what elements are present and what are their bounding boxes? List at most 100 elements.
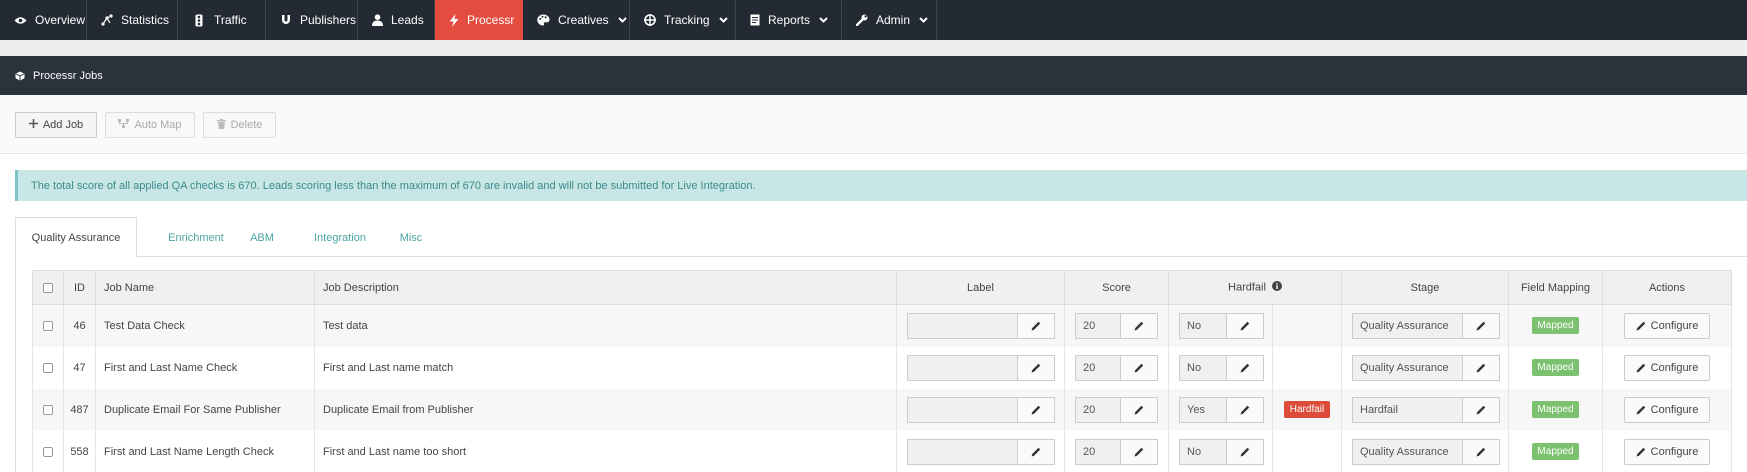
tab-quality-assurance[interactable]: Quality Assurance (15, 217, 137, 258)
header-id[interactable]: ID (63, 270, 96, 305)
nav-item-reports[interactable]: Reports (736, 0, 842, 40)
label-edit-button[interactable] (1017, 396, 1055, 423)
add-job-label: Add Job (42, 119, 84, 131)
row-checkbox[interactable] (43, 446, 53, 457)
score-edit-button[interactable] (1120, 396, 1158, 423)
hardfail-cell: No (1168, 304, 1273, 347)
label-field[interactable] (907, 396, 1017, 423)
field-mapping-cell: Mapped (1508, 388, 1603, 431)
nav-item-traffic[interactable]: Traffic (178, 0, 266, 40)
header-job-name[interactable]: Job Name (95, 270, 315, 305)
network-icon (101, 13, 113, 27)
header-score[interactable]: Score (1064, 270, 1169, 305)
row-checkbox[interactable] (43, 404, 53, 415)
jobs-table-container: ID Job Name Job Description Label Score … (15, 257, 1747, 472)
configure-button[interactable]: Configure (1624, 312, 1710, 339)
tab-enrichment[interactable]: Enrichment (153, 217, 239, 258)
hardfail-field[interactable]: No (1179, 438, 1226, 465)
hardfail-field[interactable]: No (1179, 312, 1226, 339)
configure-button[interactable]: Configure (1624, 354, 1710, 381)
nav-item-tracking[interactable]: Tracking (630, 0, 736, 40)
traffic-light-icon (192, 13, 206, 27)
hardfail-field[interactable]: Yes (1179, 396, 1226, 423)
stage-edit-button[interactable] (1462, 438, 1500, 465)
stage-edit-button[interactable] (1462, 354, 1500, 381)
score-field[interactable]: 20 (1075, 396, 1120, 423)
stage-field[interactable]: Quality Assurance (1352, 312, 1462, 339)
header-job-description[interactable]: Job Description (314, 270, 897, 305)
chevron-down-icon (919, 17, 928, 23)
label-field[interactable] (907, 354, 1017, 381)
label-field[interactable] (907, 312, 1017, 339)
nav-label: Admin (876, 13, 911, 27)
configure-button[interactable]: Configure (1624, 396, 1710, 423)
job-description: Duplicate Email from Publisher (314, 388, 897, 431)
stage-edit-button[interactable] (1462, 312, 1500, 339)
tab-misc[interactable]: Misc (386, 217, 436, 258)
job-name: First and Last Name Length Check (95, 430, 315, 472)
score-edit-button[interactable] (1120, 438, 1158, 465)
stage-field[interactable]: Quality Assurance (1352, 354, 1462, 381)
mapped-badge[interactable]: Mapped (1532, 359, 1579, 376)
header-label[interactable]: Label (896, 270, 1065, 305)
score-edit-button[interactable] (1120, 312, 1158, 339)
auto-map-button[interactable]: Auto Map (105, 112, 195, 138)
nav-label: Processr (467, 13, 515, 27)
label-field[interactable] (907, 438, 1017, 465)
chevron-down-icon (718, 17, 728, 23)
header-stage[interactable]: Stage (1341, 270, 1509, 305)
configure-button[interactable]: Configure (1624, 438, 1710, 465)
label-cell (896, 430, 1065, 472)
jobs-table: ID Job Name Job Description Label Score … (32, 270, 1732, 472)
score-edit-button[interactable] (1120, 354, 1158, 381)
nav-item-statistics[interactable]: Statistics (87, 0, 178, 40)
hardfail-badge-cell (1272, 430, 1342, 472)
label-edit-button[interactable] (1017, 312, 1055, 339)
row-checkbox[interactable] (43, 362, 53, 373)
nav-item-overview[interactable]: Overview (0, 0, 87, 40)
pencil-icon (1240, 363, 1250, 373)
nav-item-publishers[interactable]: Publishers (266, 0, 358, 40)
header-hardfail[interactable]: Hardfail (1168, 270, 1342, 305)
hardfail-edit-button[interactable] (1226, 354, 1264, 381)
hardfail-field[interactable]: No (1179, 354, 1226, 381)
bolt-icon (449, 13, 459, 27)
nav-item-processr[interactable]: Processr (435, 0, 523, 40)
mapped-badge[interactable]: Mapped (1532, 317, 1579, 335)
info-icon[interactable] (1271, 281, 1282, 294)
hardfail-edit-button[interactable] (1226, 396, 1264, 423)
select-all-checkbox[interactable] (43, 282, 53, 293)
mapped-badge[interactable]: Mapped (1532, 443, 1579, 460)
score-field[interactable]: 20 (1075, 438, 1120, 465)
eye-icon (14, 13, 27, 27)
tab-abm[interactable]: ABM (237, 217, 287, 258)
pencil-icon (1476, 363, 1486, 373)
pencil-icon (1240, 321, 1250, 331)
delete-button[interactable]: Delete (203, 112, 276, 138)
stage-edit-button[interactable] (1462, 396, 1500, 423)
tab-integration[interactable]: Integration (297, 217, 383, 258)
mapped-badge[interactable]: Mapped (1532, 401, 1579, 418)
pencil-icon (1636, 363, 1646, 373)
stage-field[interactable]: Quality Assurance (1352, 438, 1462, 465)
score-field[interactable]: 20 (1075, 354, 1120, 381)
hardfail-edit-button[interactable] (1226, 438, 1264, 465)
pencil-icon (1031, 447, 1041, 457)
header-field-mapping[interactable]: Field Mapping (1508, 270, 1603, 305)
nav-item-creatives[interactable]: Creatives (523, 0, 630, 40)
hardfail-badge: Hardfail (1283, 401, 1331, 418)
label-edit-button[interactable] (1017, 354, 1055, 381)
stage-field[interactable]: Hardfail (1352, 396, 1462, 423)
label-cell (896, 346, 1065, 389)
hardfail-badge-cell: Hardfail (1272, 388, 1342, 431)
score-field[interactable]: 20 (1075, 312, 1120, 339)
hardfail-edit-button[interactable] (1226, 312, 1264, 339)
nav-item-leads[interactable]: Leads (358, 0, 435, 40)
nav-item-admin[interactable]: Admin (842, 0, 937, 40)
add-job-button[interactable]: Add Job (15, 112, 97, 138)
user-icon (372, 13, 383, 27)
nav-label: Leads (391, 13, 424, 27)
crosshair-icon (644, 13, 656, 27)
label-edit-button[interactable] (1017, 438, 1055, 465)
row-checkbox[interactable] (43, 320, 53, 331)
